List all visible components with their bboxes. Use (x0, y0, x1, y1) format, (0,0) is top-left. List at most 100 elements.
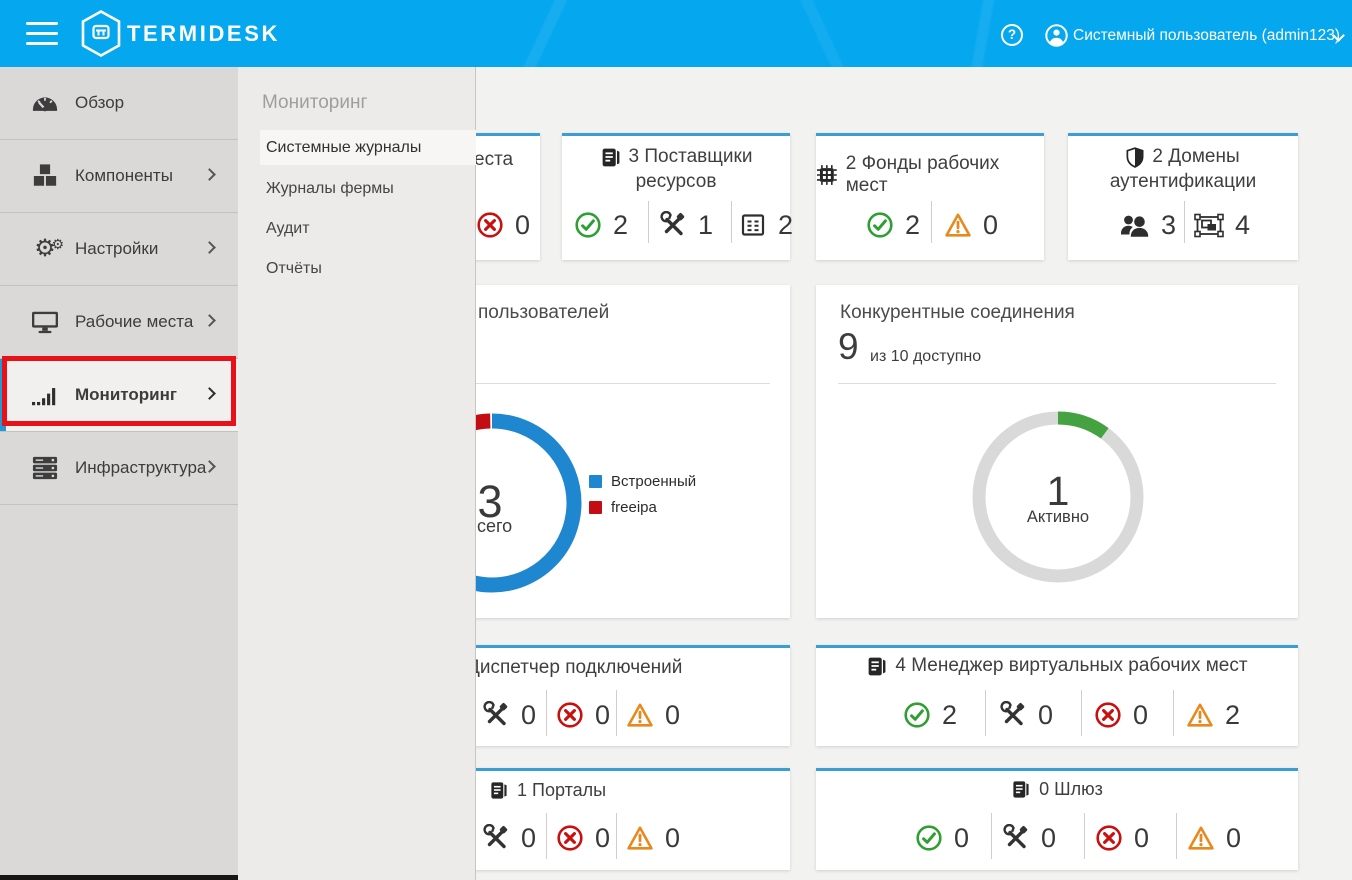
stat-value: 0 (665, 823, 680, 854)
stat-groups: 4 (1194, 209, 1250, 241)
stat-value: 0 (1041, 823, 1056, 854)
x-circle-icon (476, 211, 504, 239)
stat-divider (546, 690, 547, 736)
stat-divider (616, 690, 617, 736)
stat-error: 0 (556, 699, 610, 731)
tools-icon (999, 701, 1027, 729)
stat-warning: 0 (626, 822, 680, 854)
help-icon[interactable]: ? (1001, 24, 1023, 46)
submenu-item-farm-logs[interactable]: Журналы фермы (238, 171, 476, 207)
stat-value: 2 (1225, 700, 1240, 731)
sidebar-item-label: Инфраструктура (75, 458, 206, 478)
connections-subtitle: из 10 доступно (870, 348, 981, 366)
gauge-icon (28, 90, 62, 116)
chart-title-fragment: пользователей (478, 302, 609, 324)
stat-divider (616, 813, 617, 859)
sidebar-item-workplaces[interactable]: Рабочие места (0, 286, 238, 359)
stat-warning: 0 (1187, 822, 1241, 854)
stat-warning: 0 (944, 209, 998, 241)
stat-divider (1184, 201, 1185, 243)
stat-maintenance: 0 (1002, 822, 1056, 854)
stat-value: 1 (698, 210, 713, 241)
stat-error: 0 (476, 209, 530, 241)
x-circle-icon (1095, 824, 1123, 852)
monitoring-flyout-panel: Мониторинг Системные журналы Журналы фер… (238, 67, 476, 880)
sidebar-item-components[interactable]: Компоненты (0, 140, 238, 213)
chart-legend: Встроенный freeipa (589, 473, 696, 525)
stat-divider (546, 813, 547, 859)
card-title: 1 Порталы (489, 780, 606, 801)
card-title: Диспетчер подключений (467, 657, 682, 679)
warning-icon (626, 701, 654, 729)
logo-wordmark: TERMIDESK (127, 21, 280, 47)
stat-value: 0 (1134, 823, 1149, 854)
card-title-text: 4 Менеджер виртуальных рабочих мест (895, 655, 1247, 677)
user-avatar-icon[interactable] (1045, 24, 1068, 47)
chevron-right-icon (203, 387, 216, 400)
card-title-line2: ресурсов (562, 171, 790, 193)
termidesk-dashboard: еста 0 3 Поставщики ресурсов 2 1 2 2 Фон… (0, 0, 1352, 880)
stat-value: 0 (595, 700, 610, 731)
submenu-item-system-logs[interactable]: Системные журналы (260, 130, 476, 165)
x-circle-icon (556, 824, 584, 852)
journal-icon (1011, 780, 1030, 799)
sidebar-item-monitoring[interactable]: Мониторинг (0, 359, 238, 432)
monitor-icon (28, 309, 62, 335)
legend-item: freeipa (589, 499, 696, 516)
user-menu-label[interactable]: Системный пользователь (admin123) (1073, 27, 1340, 45)
sidebar-item-overview[interactable]: Обзор (0, 67, 238, 140)
sidebar-item-settings[interactable]: ⚙⚙ Настройки (0, 213, 238, 286)
sidebar-item-label: Рабочие места (75, 312, 193, 332)
check-circle-icon (915, 824, 943, 852)
card-title-text: 1 Порталы (517, 780, 606, 801)
check-circle-icon (903, 701, 931, 729)
tools-icon (482, 701, 510, 729)
card-title-fragment: еста (474, 149, 513, 171)
stat-value: 0 (665, 700, 680, 731)
journal-icon (866, 656, 887, 677)
x-circle-icon (1094, 701, 1122, 729)
legend-swatch-red (589, 501, 602, 514)
sidebar-item-label: Настройки (75, 239, 158, 259)
stat-value: 0 (983, 210, 998, 241)
sidebar-item-label: Обзор (75, 93, 124, 113)
doughnut-center-label-fragment: сего (477, 516, 512, 537)
x-circle-icon (556, 701, 584, 729)
check-circle-icon (866, 211, 894, 239)
stat-users: 3 (1118, 209, 1176, 241)
card-title: 2 Домены аутентификации (1068, 146, 1298, 193)
stat-error: 0 (556, 822, 610, 854)
stat-value: 4 (1235, 210, 1250, 241)
stat-value: 2 (942, 700, 957, 731)
topbar: TERMIDESK ? Системный пользователь (admi… (0, 0, 1352, 67)
stat-value: 0 (1133, 700, 1148, 731)
stat-value: 0 (1226, 823, 1241, 854)
sidebar-item-label: Компоненты (75, 166, 173, 186)
stat-maintenance: 0 (482, 822, 536, 854)
stat-divider (991, 813, 992, 859)
stat-divider (1173, 690, 1174, 736)
card-title: 4 Менеджер виртуальных рабочих мест (816, 655, 1298, 677)
sidebar-item-infrastructure[interactable]: Инфраструктура (0, 432, 238, 505)
stat-maintenance: 1 (659, 209, 713, 241)
stat-value: 0 (595, 823, 610, 854)
legend-item: Встроенный (589, 473, 696, 490)
stat-divider (1176, 813, 1177, 859)
sidebar-bottom-strip (0, 875, 238, 880)
stat-maintenance: 0 (482, 699, 536, 731)
stat-value: 2 (613, 210, 628, 241)
stat-value: 3 (1161, 210, 1176, 241)
card-title-text: 2 Фонды рабочих мест (846, 153, 1044, 197)
card-title-line2: аутентификации (1068, 171, 1298, 193)
submenu-item-reports[interactable]: Отчёты (238, 251, 476, 287)
stat-value: 2 (905, 210, 920, 241)
table-icon (739, 211, 767, 239)
submenu-item-audit[interactable]: Аудит (238, 211, 476, 247)
gears-icon: ⚙⚙ (28, 236, 62, 262)
stat-value: 0 (521, 700, 536, 731)
chart-title: Конкурентные соединения (840, 302, 1075, 324)
stat-error: 0 (1095, 822, 1149, 854)
card-divider (838, 383, 1276, 384)
stat-ok: 2 (866, 209, 920, 241)
hamburger-menu-icon[interactable] (26, 22, 58, 46)
